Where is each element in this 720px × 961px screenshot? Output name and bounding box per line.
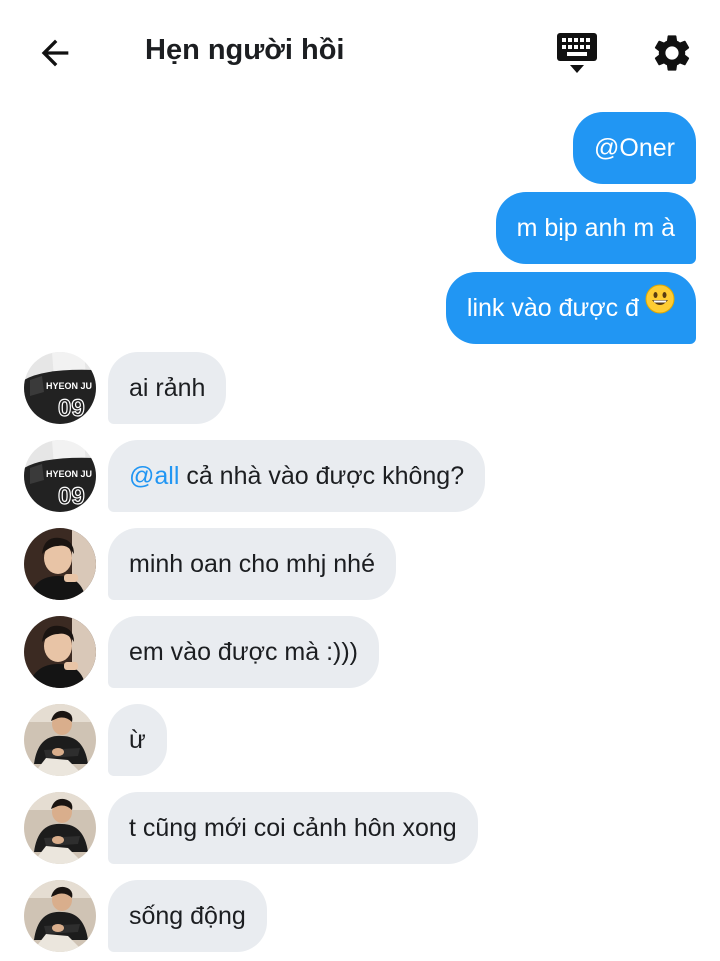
avatar[interactable]: HYEON JU 09 [24, 440, 96, 512]
svg-text:09: 09 [58, 483, 85, 510]
message-text: @Oner [594, 134, 675, 162]
keyboard-toggle-button[interactable] [552, 29, 602, 77]
svg-text:HYEON JU: HYEON JU [46, 469, 92, 479]
message-text: link vào được đ [466, 294, 639, 322]
avatar[interactable] [24, 704, 96, 776]
back-button[interactable] [30, 30, 80, 76]
avatar[interactable] [24, 616, 96, 688]
message-text: ừ [129, 726, 146, 754]
jersey-avatar: HYEON JU 09 [24, 352, 96, 424]
arrow-left-icon [41, 39, 69, 67]
outgoing-message[interactable]: link vào được đ [445, 270, 696, 344]
incoming-message[interactable]: ai rảnh [108, 352, 227, 424]
outgoing-message[interactable]: m bịp anh m à [495, 192, 696, 264]
crouching-avatar [24, 704, 96, 776]
message-text: ai rảnh [129, 374, 206, 402]
crouching-avatar [24, 792, 96, 864]
incoming-message[interactable]: em vào được mà :))) [108, 616, 380, 688]
incoming-message[interactable]: sống động [108, 880, 267, 952]
portrait-avatar [24, 528, 96, 600]
svg-text:HYEON JU: HYEON JU [46, 381, 92, 391]
keyboard-hide-icon [557, 33, 597, 73]
avatar[interactable] [24, 792, 96, 864]
chat-header: Hẹn người hồi [0, 0, 720, 104]
incoming-message[interactable]: @all cả nhà vào được không? [108, 440, 486, 512]
svg-text:09: 09 [58, 395, 85, 422]
chat-title: Hẹn người hồi [145, 34, 345, 66]
message-text: cả nhà vào được không? [179, 462, 465, 490]
crouching-avatar [24, 880, 96, 952]
incoming-message[interactable]: minh oan cho mhj nhé [108, 528, 396, 600]
incoming-message[interactable]: ừ [108, 704, 167, 776]
avatar[interactable] [24, 880, 96, 952]
portrait-avatar [24, 616, 96, 688]
gear-icon [654, 35, 690, 71]
settings-button[interactable] [646, 28, 698, 78]
avatar[interactable] [24, 528, 96, 600]
avatar[interactable]: HYEON JU 09 [24, 352, 96, 424]
mention-link[interactable]: @all [129, 462, 179, 490]
outgoing-message[interactable]: @Oner [573, 112, 696, 184]
jersey-avatar: HYEON JU 09 [24, 440, 96, 512]
message-text: em vào được mà :))) [129, 638, 359, 666]
message-text: t cũng mới coi cảnh hôn xong [129, 814, 457, 842]
message-text: minh oan cho mhj nhé [129, 550, 375, 578]
grinning-face-emoji [645, 270, 675, 342]
message-text: sống động [129, 902, 246, 930]
message-text: m bịp anh m à [516, 214, 675, 242]
incoming-message[interactable]: t cũng mới coi cảnh hôn xong [108, 792, 478, 864]
